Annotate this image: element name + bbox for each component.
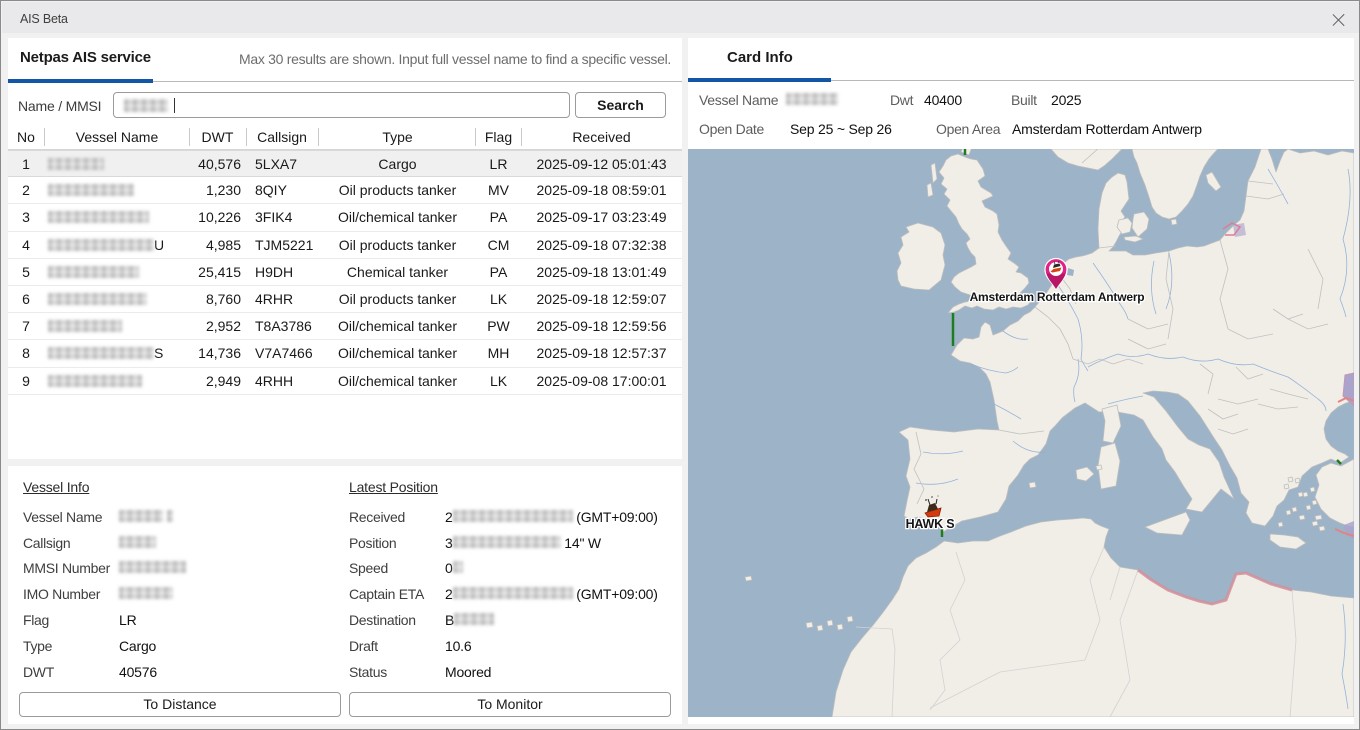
svg-text:HAWK S: HAWK S xyxy=(906,517,955,531)
svg-text:Amsterdam Rotterdam Antwerp: Amsterdam Rotterdam Antwerp xyxy=(970,290,1145,304)
